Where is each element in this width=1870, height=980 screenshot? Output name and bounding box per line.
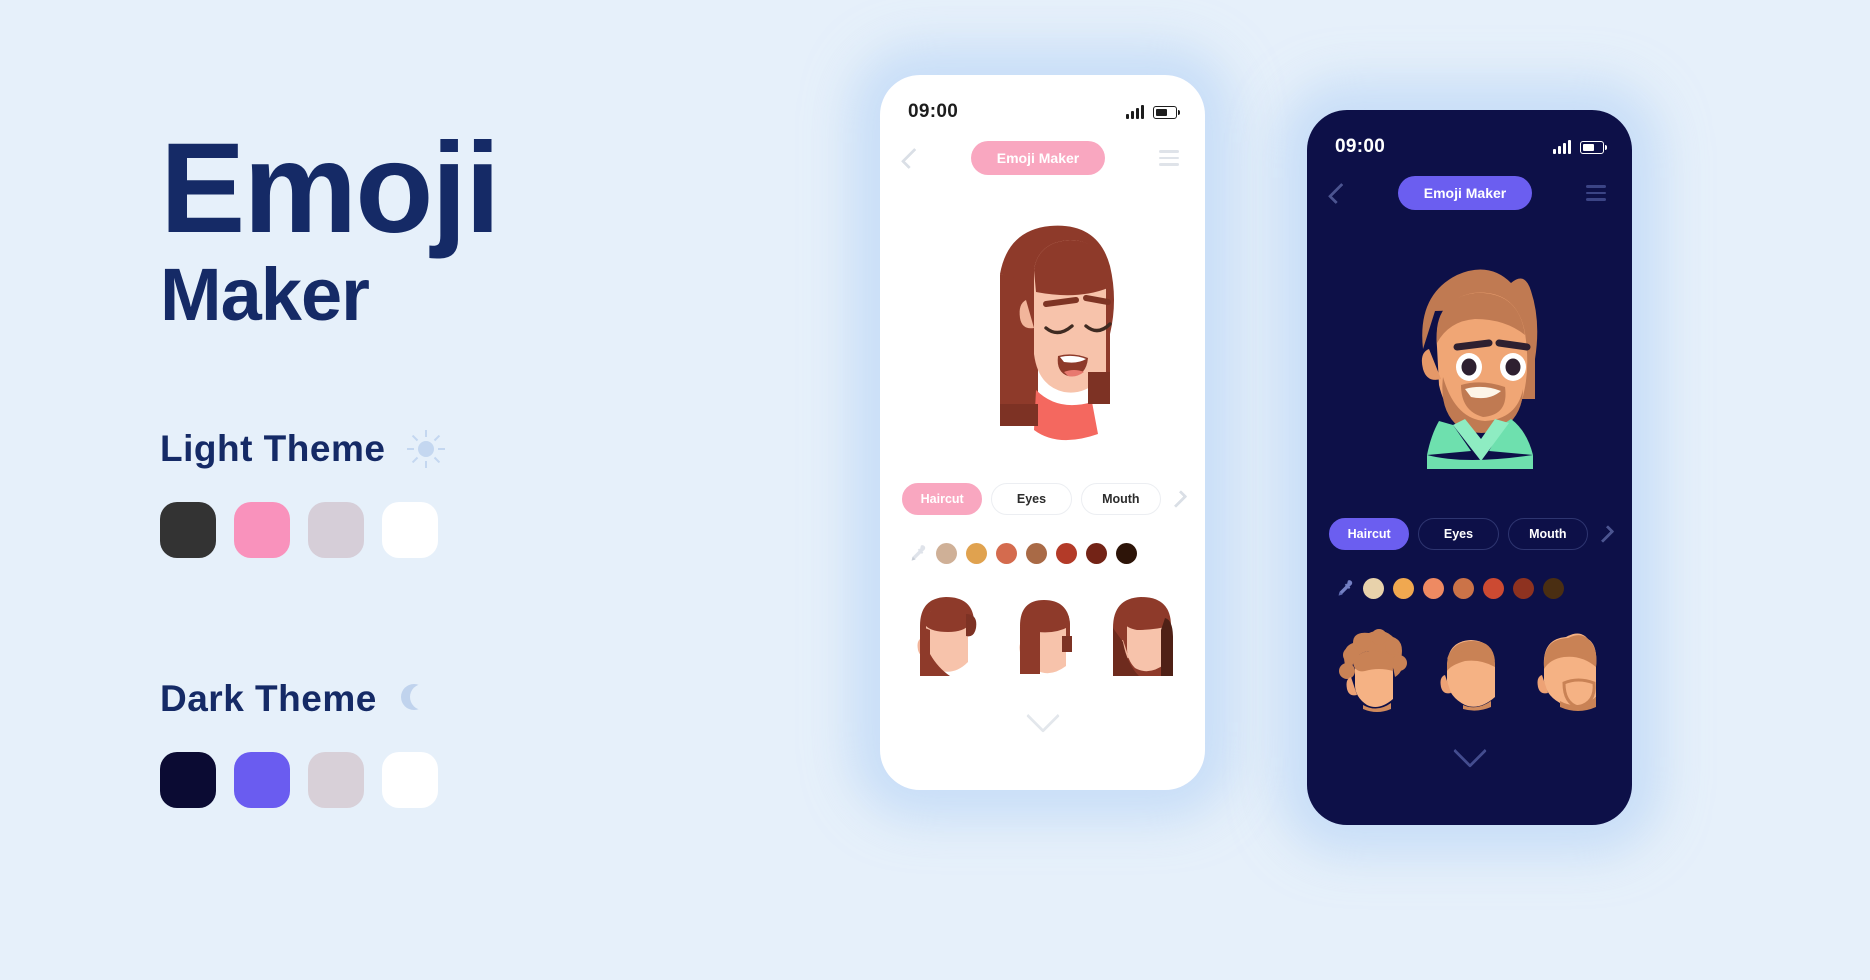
color-swatch[interactable] bbox=[382, 751, 438, 808]
haircut-thumb-1[interactable] bbox=[1333, 625, 1411, 717]
haircut-thumb-1[interactable] bbox=[906, 590, 984, 682]
expand-panel-button[interactable] bbox=[880, 699, 1205, 733]
chevron-down-icon bbox=[1025, 699, 1060, 733]
dark-theme-swatches bbox=[160, 751, 780, 808]
light-theme-header: Light Theme bbox=[160, 428, 780, 470]
color-option[interactable] bbox=[1423, 578, 1444, 599]
moon-icon bbox=[399, 682, 436, 716]
color-swatch[interactable] bbox=[308, 751, 364, 808]
app-title-pill[interactable]: Emoji Maker bbox=[1397, 176, 1533, 210]
chevron-left-icon[interactable] bbox=[1327, 182, 1350, 204]
battery-icon bbox=[1580, 140, 1607, 154]
tab-eyes[interactable]: Eyes bbox=[1418, 518, 1499, 550]
light-theme-label: Light Theme bbox=[160, 427, 386, 469]
dark-phone-screen: 09:00 Emoji Maker Haircut Eyes Mouth bbox=[1307, 110, 1632, 825]
tab-haircut[interactable]: Haircut bbox=[902, 483, 983, 515]
chevron-down-icon bbox=[1452, 734, 1487, 768]
light-theme-block: Light Theme bbox=[160, 428, 780, 558]
light-phone-screen: 09:00 Emoji Maker Haircut Eyes Mouth bbox=[880, 75, 1205, 790]
color-swatch[interactable] bbox=[160, 751, 216, 808]
signal-bars-icon bbox=[1126, 105, 1144, 119]
dark-theme-label: Dark Theme bbox=[160, 677, 377, 719]
light-theme-swatches bbox=[160, 501, 780, 558]
haircut-thumb-2[interactable] bbox=[1431, 625, 1509, 717]
haircut-thumb-3[interactable] bbox=[1528, 625, 1606, 717]
color-option[interactable] bbox=[1363, 578, 1384, 599]
hair-color-palette bbox=[1307, 578, 1632, 599]
hamburger-menu-icon[interactable] bbox=[1585, 185, 1606, 201]
hamburger-menu-icon[interactable] bbox=[1158, 150, 1179, 166]
dark-theme-header: Dark Theme bbox=[160, 678, 780, 720]
branding-panel: Emoji Maker Light Theme Dark Theme bbox=[160, 117, 780, 808]
hair-color-palette bbox=[880, 543, 1205, 564]
color-option[interactable] bbox=[1513, 578, 1534, 599]
eyedropper-icon[interactable] bbox=[1333, 578, 1354, 599]
app-bar: Emoji Maker bbox=[880, 123, 1205, 175]
color-swatch[interactable] bbox=[234, 751, 290, 808]
color-option[interactable] bbox=[936, 543, 957, 564]
color-option[interactable] bbox=[1393, 578, 1414, 599]
dark-theme-block: Dark Theme bbox=[160, 678, 780, 808]
color-swatch[interactable] bbox=[382, 501, 438, 558]
app-title-pill[interactable]: Emoji Maker bbox=[970, 141, 1106, 175]
status-bar: 09:00 bbox=[1307, 110, 1632, 158]
color-option[interactable] bbox=[966, 543, 987, 564]
color-option[interactable] bbox=[1086, 543, 1107, 564]
color-option[interactable] bbox=[1483, 578, 1504, 599]
haircut-thumbnail-list bbox=[1307, 625, 1632, 717]
light-theme-phone-mockup: 09:00 Emoji Maker Haircut Eyes Mouth bbox=[880, 75, 1205, 790]
color-option[interactable] bbox=[1453, 578, 1474, 599]
battery-icon bbox=[1153, 105, 1180, 119]
color-option[interactable] bbox=[1026, 543, 1047, 564]
feature-tabs: Haircut Eyes Mouth bbox=[1307, 518, 1632, 550]
chevron-right-icon[interactable] bbox=[1596, 525, 1615, 543]
status-bar: 09:00 bbox=[880, 75, 1205, 123]
color-option[interactable] bbox=[1543, 578, 1564, 599]
status-time: 09:00 bbox=[1335, 136, 1386, 157]
status-time: 09:00 bbox=[908, 101, 959, 122]
tab-eyes[interactable]: Eyes bbox=[991, 483, 1072, 515]
color-option[interactable] bbox=[996, 543, 1017, 564]
tab-mouth[interactable]: Mouth bbox=[1507, 518, 1588, 550]
app-bar: Emoji Maker bbox=[1307, 158, 1632, 210]
tab-mouth[interactable]: Mouth bbox=[1080, 483, 1161, 515]
haircut-thumb-3[interactable] bbox=[1101, 590, 1179, 682]
signal-bars-icon bbox=[1553, 140, 1571, 154]
male-avatar-preview bbox=[1307, 214, 1632, 514]
haircut-thumb-2[interactable] bbox=[1004, 590, 1082, 682]
page-title-emoji: Emoji bbox=[160, 117, 501, 260]
color-swatch[interactable] bbox=[234, 501, 290, 558]
expand-panel-button[interactable] bbox=[1307, 734, 1632, 768]
color-swatch[interactable] bbox=[160, 501, 216, 558]
sun-icon bbox=[407, 429, 446, 468]
eyedropper-icon[interactable] bbox=[906, 543, 927, 564]
page-title-maker: Maker bbox=[160, 252, 370, 336]
color-swatch[interactable] bbox=[308, 501, 364, 558]
color-option[interactable] bbox=[1116, 543, 1137, 564]
haircut-thumbnail-list bbox=[880, 590, 1205, 682]
chevron-left-icon[interactable] bbox=[900, 147, 923, 169]
feature-tabs: Haircut Eyes Mouth bbox=[880, 483, 1205, 515]
color-option[interactable] bbox=[1056, 543, 1077, 564]
chevron-right-icon[interactable] bbox=[1169, 490, 1188, 508]
dark-theme-phone-mockup: 09:00 Emoji Maker Haircut Eyes Mouth bbox=[1307, 110, 1632, 825]
female-avatar-preview bbox=[880, 179, 1205, 479]
tab-haircut[interactable]: Haircut bbox=[1329, 518, 1410, 550]
